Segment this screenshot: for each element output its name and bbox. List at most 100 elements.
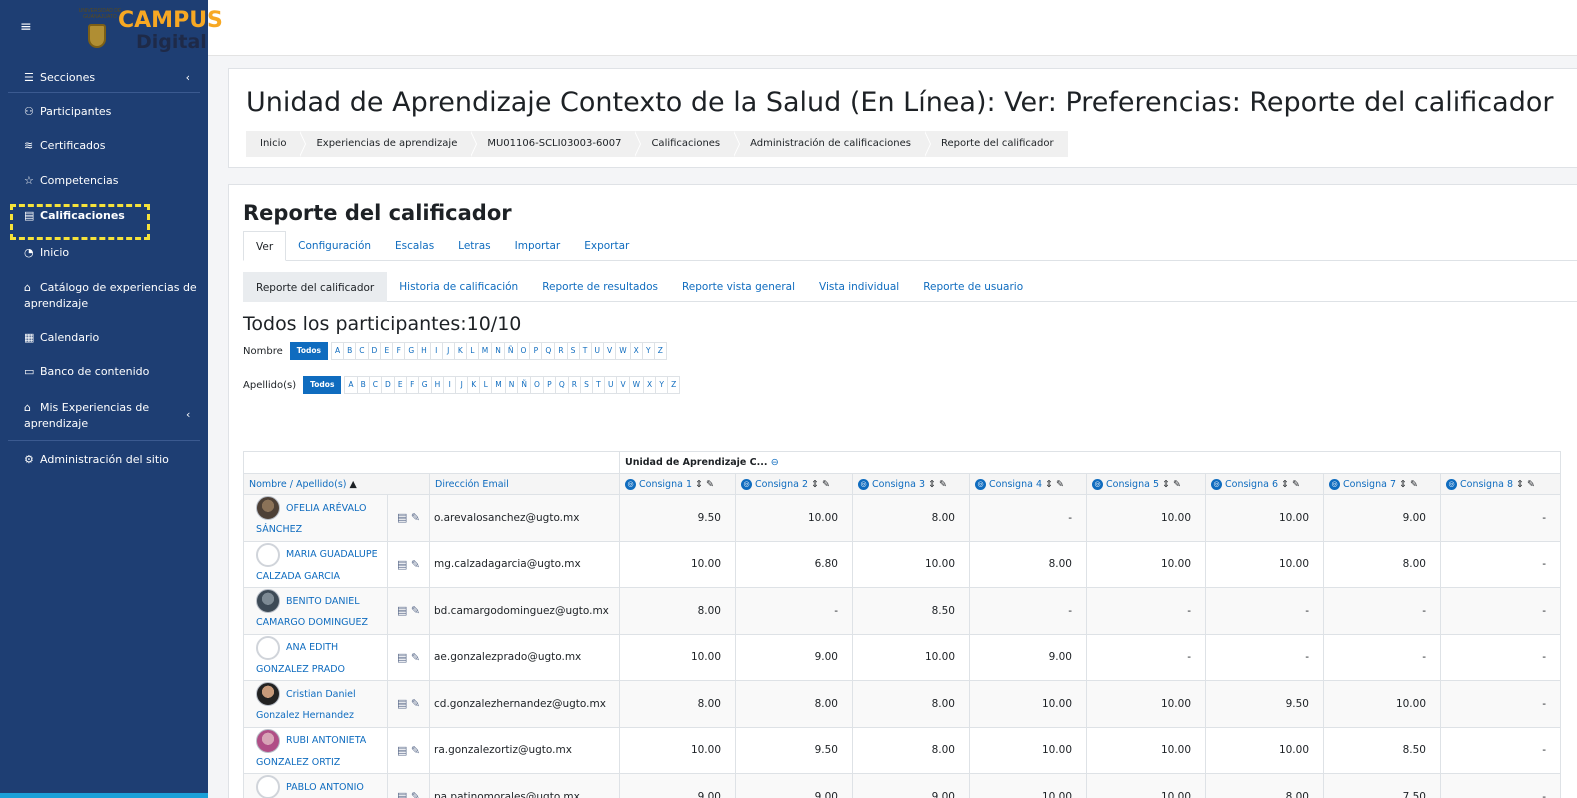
- column-label[interactable]: Consigna 5: [1106, 479, 1159, 490]
- pencil-icon[interactable]: ✎: [939, 479, 947, 490]
- pencil-icon[interactable]: ✎: [1410, 479, 1418, 490]
- grade-cell[interactable]: 8.00: [852, 494, 970, 542]
- tab-letras[interactable]: Letras: [446, 231, 502, 261]
- grade-cell[interactable]: 10.00: [1086, 540, 1206, 588]
- gradebook-icon[interactable]: ▤: [397, 651, 407, 664]
- sort-icon[interactable]: ⇕: [928, 479, 936, 490]
- column-label[interactable]: Consigna 6: [1225, 479, 1278, 490]
- pencil-icon[interactable]: ✎: [1292, 479, 1300, 490]
- tab-configuracion[interactable]: Configuración: [286, 231, 383, 261]
- avatar[interactable]: [256, 728, 280, 753]
- column-label[interactable]: Consigna 1: [639, 479, 692, 490]
- grade-cell[interactable]: 8.50: [852, 587, 970, 635]
- breadcrumb-item[interactable]: Experiencias de aprendizaje: [300, 131, 478, 157]
- sort-icon[interactable]: ⇕: [1281, 479, 1289, 490]
- sidebar-item-administracion[interactable]: ⚙ Administración del sitio: [0, 452, 208, 468]
- grade-cell[interactable]: 8.00: [1323, 540, 1441, 588]
- column-label[interactable]: Consigna 4: [989, 479, 1042, 490]
- student-first-name[interactable]: ANA EDITH: [286, 638, 338, 657]
- grade-cell[interactable]: -: [1440, 540, 1561, 588]
- grade-cell[interactable]: 10.00: [1205, 726, 1324, 774]
- grade-cell[interactable]: 10.00: [1086, 773, 1206, 798]
- grade-cell[interactable]: 10.00: [969, 726, 1087, 774]
- pencil-icon[interactable]: ✎: [1527, 479, 1535, 490]
- grade-cell[interactable]: 9.00: [1323, 494, 1441, 542]
- avatar[interactable]: [256, 589, 280, 614]
- sidebar-item-participantes[interactable]: ⚇ Participantes: [0, 104, 208, 120]
- breadcrumb-item[interactable]: Calificaciones: [635, 131, 740, 157]
- grade-cell[interactable]: -: [1440, 680, 1561, 728]
- grade-column-header[interactable]: ◎ Consigna 7 ⇕ ✎: [1323, 473, 1441, 495]
- grade-column-header[interactable]: ◎ Consigna 6 ⇕ ✎: [1205, 473, 1324, 495]
- grade-cell[interactable]: -: [1440, 587, 1561, 635]
- grade-cell[interactable]: 10.00: [619, 633, 736, 681]
- grade-cell[interactable]: -: [1205, 587, 1324, 635]
- hamburger-icon[interactable]: ≡: [20, 20, 34, 34]
- grade-cell[interactable]: -: [1440, 773, 1561, 798]
- letter-filter-button[interactable]: Z: [667, 376, 681, 394]
- student-last-name[interactable]: GONZALEZ ORTIZ: [256, 757, 340, 768]
- pencil-icon[interactable]: ✎: [411, 651, 420, 664]
- gradebook-icon[interactable]: ▤: [397, 697, 407, 710]
- letter-filter-button[interactable]: W: [628, 376, 645, 394]
- grade-column-header[interactable]: ◎ Consigna 2 ⇕ ✎: [735, 473, 853, 495]
- tab-importar[interactable]: Importar: [503, 231, 573, 261]
- subtab-vista-general[interactable]: Reporte vista general: [670, 272, 807, 302]
- subtab-reporte-calificador[interactable]: Reporte del calificador: [243, 272, 388, 302]
- grade-cell[interactable]: 10.00: [969, 680, 1087, 728]
- subtab-vista-individual[interactable]: Vista individual: [807, 272, 911, 302]
- column-label[interactable]: Consigna 7: [1343, 479, 1396, 490]
- name-header-label[interactable]: Nombre / Apellido(s): [249, 479, 346, 490]
- student-first-name[interactable]: BENITO DANIEL: [286, 592, 360, 611]
- grade-cell[interactable]: -: [1440, 494, 1561, 542]
- grade-column-header[interactable]: ◎ Consigna 3 ⇕ ✎: [852, 473, 970, 495]
- grade-column-header[interactable]: ◎ Consigna 5 ⇕ ✎: [1086, 473, 1206, 495]
- breadcrumb-item[interactable]: Inicio: [246, 131, 307, 157]
- letter-filter-button[interactable]: G: [404, 342, 419, 360]
- sort-icon[interactable]: ⇕: [695, 479, 703, 490]
- gradebook-icon[interactable]: ▤: [397, 511, 407, 524]
- letter-filter-button[interactable]: N: [504, 376, 519, 394]
- email-header-label[interactable]: Dirección Email: [435, 479, 509, 490]
- grade-cell[interactable]: 6.80: [735, 540, 853, 588]
- pencil-icon[interactable]: ✎: [411, 511, 420, 524]
- filter-all-button[interactable]: Todos: [289, 342, 328, 360]
- letter-filter-button[interactable]: Ñ: [517, 376, 531, 394]
- chevron-left-icon[interactable]: ‹: [186, 70, 190, 86]
- gradebook-icon[interactable]: ▤: [397, 744, 407, 757]
- grade-cell[interactable]: 10.00: [852, 633, 970, 681]
- pencil-icon[interactable]: ✎: [706, 479, 714, 490]
- grade-cell[interactable]: -: [735, 587, 853, 635]
- pencil-icon[interactable]: ✎: [411, 744, 420, 757]
- filter-all-button[interactable]: Todos: [303, 376, 342, 394]
- grade-cell[interactable]: -: [1323, 587, 1441, 635]
- letter-filter-button[interactable]: G: [417, 376, 432, 394]
- grade-cell[interactable]: 8.00: [619, 680, 736, 728]
- grade-cell[interactable]: 8.00: [852, 680, 970, 728]
- letter-filter-button[interactable]: W: [615, 342, 631, 360]
- grade-cell[interactable]: 10.00: [1086, 680, 1206, 728]
- grade-cell[interactable]: 8.50: [1323, 726, 1441, 774]
- grade-cell[interactable]: 10.00: [1086, 494, 1206, 542]
- letter-filter-button[interactable]: C: [368, 376, 382, 394]
- grade-cell[interactable]: 10.00: [969, 773, 1087, 798]
- grade-cell[interactable]: -: [1323, 633, 1441, 681]
- pencil-icon[interactable]: ✎: [1173, 479, 1181, 490]
- sort-icon[interactable]: ⇕: [1162, 479, 1170, 490]
- letter-filter-button[interactable]: D: [367, 342, 382, 360]
- sidebar-item-mis-experiencias[interactable]: ⌂ Mis Experiencias de aprendizaje: [0, 400, 170, 432]
- sidebar-item-secciones[interactable]: ☰ Secciones ‹: [0, 70, 208, 86]
- grade-cell[interactable]: 10.00: [1086, 726, 1206, 774]
- grade-cell[interactable]: 9.00: [619, 773, 736, 798]
- subtab-historia[interactable]: Historia de calificación: [387, 272, 530, 302]
- letter-filter-button[interactable]: D: [380, 376, 395, 394]
- sidebar-item-catalogo[interactable]: ⌂ Catálogo de experiencias de aprendizaje: [0, 280, 200, 312]
- grade-cell[interactable]: 7.50: [1323, 773, 1441, 798]
- letter-filter-button[interactable]: O: [516, 342, 531, 360]
- student-last-name[interactable]: CAMARGO DOMINGUEZ: [256, 617, 368, 628]
- sort-icon[interactable]: ⇕: [1399, 479, 1407, 490]
- pencil-icon[interactable]: ✎: [411, 604, 420, 617]
- letter-filter-button[interactable]: N: [491, 342, 505, 360]
- grade-cell[interactable]: 8.00: [969, 540, 1087, 588]
- tab-exportar[interactable]: Exportar: [572, 231, 641, 261]
